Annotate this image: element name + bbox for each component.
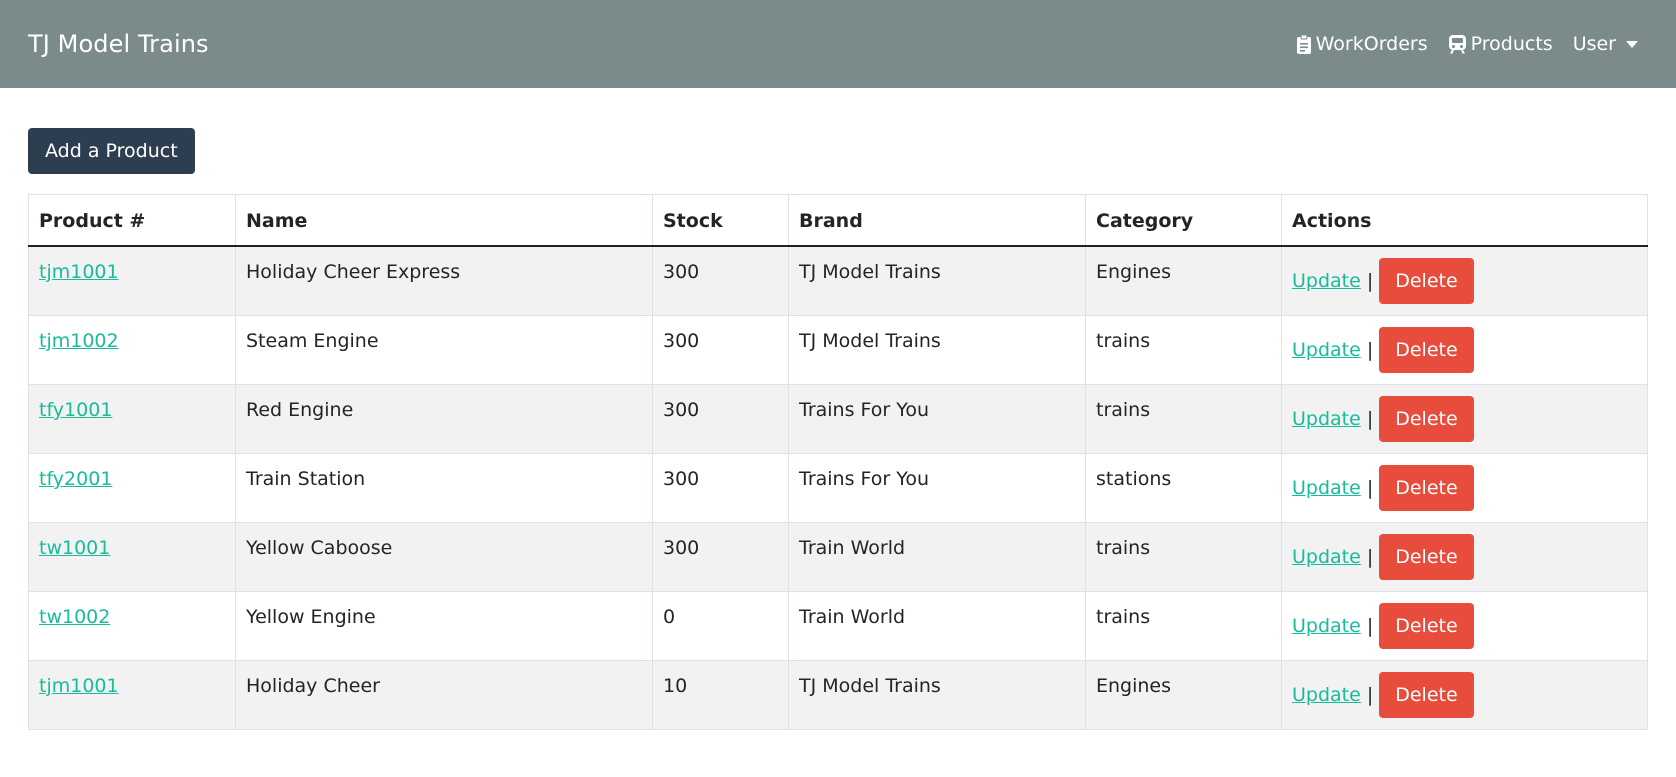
product-number-link[interactable]: tjm1001 (39, 675, 119, 697)
update-link[interactable]: Update (1292, 409, 1361, 429)
table-row: tjm1002 Steam Engine 300 TJ Model Trains… (28, 315, 1648, 385)
table-row: tfy1001 Red Engine 300 Trains For You tr… (28, 384, 1648, 454)
table-row: tfy2001 Train Station 300 Trains For You… (28, 453, 1648, 523)
delete-button[interactable]: Delete (1379, 258, 1474, 304)
product-number-link[interactable]: tw1002 (39, 606, 110, 628)
product-brand: TJ Model Trains (799, 261, 941, 283)
table-row: tjm1001 Holiday Cheer Express 300 TJ Mod… (28, 245, 1648, 316)
product-category: trains (1096, 399, 1151, 421)
main-content: Add a Product Product # Name Stock Brand… (0, 88, 1676, 730)
action-separator: | (1366, 683, 1374, 706)
product-number-link[interactable]: tjm1002 (39, 330, 119, 352)
product-name: Yellow Caboose (246, 537, 393, 559)
nav-workorders-label: WorkOrders (1315, 33, 1428, 55)
product-name: Holiday Cheer (246, 675, 380, 697)
update-link[interactable]: Update (1292, 340, 1361, 360)
header-stock: Stock (652, 194, 789, 247)
product-category: Engines (1096, 675, 1172, 697)
product-stock: 300 (663, 468, 700, 490)
nav-products-label: Products (1470, 33, 1553, 55)
product-category: trains (1096, 537, 1151, 559)
action-separator: | (1366, 269, 1374, 292)
table-row: tjm1001 Holiday Cheer 10 TJ Model Trains… (28, 660, 1648, 730)
product-number-link[interactable]: tjm1001 (39, 261, 119, 283)
row-actions: Update | Delete (1292, 523, 1637, 580)
product-stock: 300 (663, 261, 700, 283)
app-title[interactable]: TJ Model Trains (28, 30, 209, 58)
nav-products[interactable]: Products (1448, 33, 1553, 55)
nav-user-label: User (1572, 33, 1616, 55)
product-name: Train Station (246, 468, 366, 490)
table-row: tw1002 Yellow Engine 0 Train World train… (28, 591, 1648, 661)
product-stock: 300 (663, 399, 700, 421)
nav-workorders[interactable]: WorkOrders (1296, 33, 1428, 55)
product-category: trains (1096, 330, 1151, 352)
header-product-no: Product # (28, 194, 236, 247)
row-actions: Update | Delete (1292, 316, 1637, 373)
nav-links: WorkOrders Products User (1296, 33, 1638, 55)
product-brand: Train World (799, 606, 906, 628)
delete-button[interactable]: Delete (1379, 327, 1474, 373)
delete-button[interactable]: Delete (1379, 534, 1474, 580)
table-header-row: Product # Name Stock Brand Category Acti… (28, 194, 1648, 247)
product-category: stations (1096, 468, 1172, 490)
update-link[interactable]: Update (1292, 547, 1361, 567)
update-link[interactable]: Update (1292, 271, 1361, 291)
clipboard-icon (1296, 34, 1312, 54)
product-name: Yellow Engine (246, 606, 376, 628)
product-name: Red Engine (246, 399, 354, 421)
product-brand: Trains For You (799, 399, 930, 421)
product-brand: TJ Model Trains (799, 330, 941, 352)
product-name: Steam Engine (246, 330, 379, 352)
header-category: Category (1085, 194, 1282, 247)
action-separator: | (1366, 614, 1374, 637)
product-brand: Train World (799, 537, 906, 559)
row-actions: Update | Delete (1292, 661, 1637, 718)
product-category: Engines (1096, 261, 1172, 283)
row-actions: Update | Delete (1292, 454, 1637, 511)
product-name: Holiday Cheer Express (246, 261, 461, 283)
product-brand: Trains For You (799, 468, 930, 490)
header-name: Name (235, 194, 653, 247)
product-number-link[interactable]: tfy2001 (39, 468, 112, 490)
header-actions: Actions (1281, 194, 1648, 247)
row-actions: Update | Delete (1292, 247, 1637, 304)
product-category: trains (1096, 606, 1151, 628)
action-separator: | (1366, 476, 1374, 499)
action-separator: | (1366, 338, 1374, 361)
table-body: tjm1001 Holiday Cheer Express 300 TJ Mod… (28, 245, 1648, 730)
product-brand: TJ Model Trains (799, 675, 941, 697)
top-navbar: TJ Model Trains WorkOrders Products User (0, 0, 1676, 88)
update-link[interactable]: Update (1292, 685, 1361, 705)
product-stock: 0 (663, 606, 676, 628)
nav-user-dropdown[interactable]: User (1573, 33, 1638, 55)
update-link[interactable]: Update (1292, 616, 1361, 636)
action-separator: | (1366, 545, 1374, 568)
update-link[interactable]: Update (1292, 478, 1361, 498)
action-separator: | (1366, 407, 1374, 430)
product-stock: 10 (663, 675, 688, 697)
delete-button[interactable]: Delete (1379, 672, 1474, 718)
row-actions: Update | Delete (1292, 592, 1637, 649)
products-table: Product # Name Stock Brand Category Acti… (28, 194, 1648, 730)
add-product-button[interactable]: Add a Product (28, 128, 195, 174)
row-actions: Update | Delete (1292, 385, 1637, 442)
header-brand: Brand (788, 194, 1086, 247)
caret-down-icon (1626, 40, 1638, 48)
train-icon (1448, 34, 1467, 54)
delete-button[interactable]: Delete (1379, 465, 1474, 511)
product-number-link[interactable]: tfy1001 (39, 399, 112, 421)
delete-button[interactable]: Delete (1379, 603, 1474, 649)
table-row: tw1001 Yellow Caboose 300 Train World tr… (28, 522, 1648, 592)
product-stock: 300 (663, 330, 700, 352)
product-stock: 300 (663, 537, 700, 559)
product-number-link[interactable]: tw1001 (39, 537, 110, 559)
delete-button[interactable]: Delete (1379, 396, 1474, 442)
